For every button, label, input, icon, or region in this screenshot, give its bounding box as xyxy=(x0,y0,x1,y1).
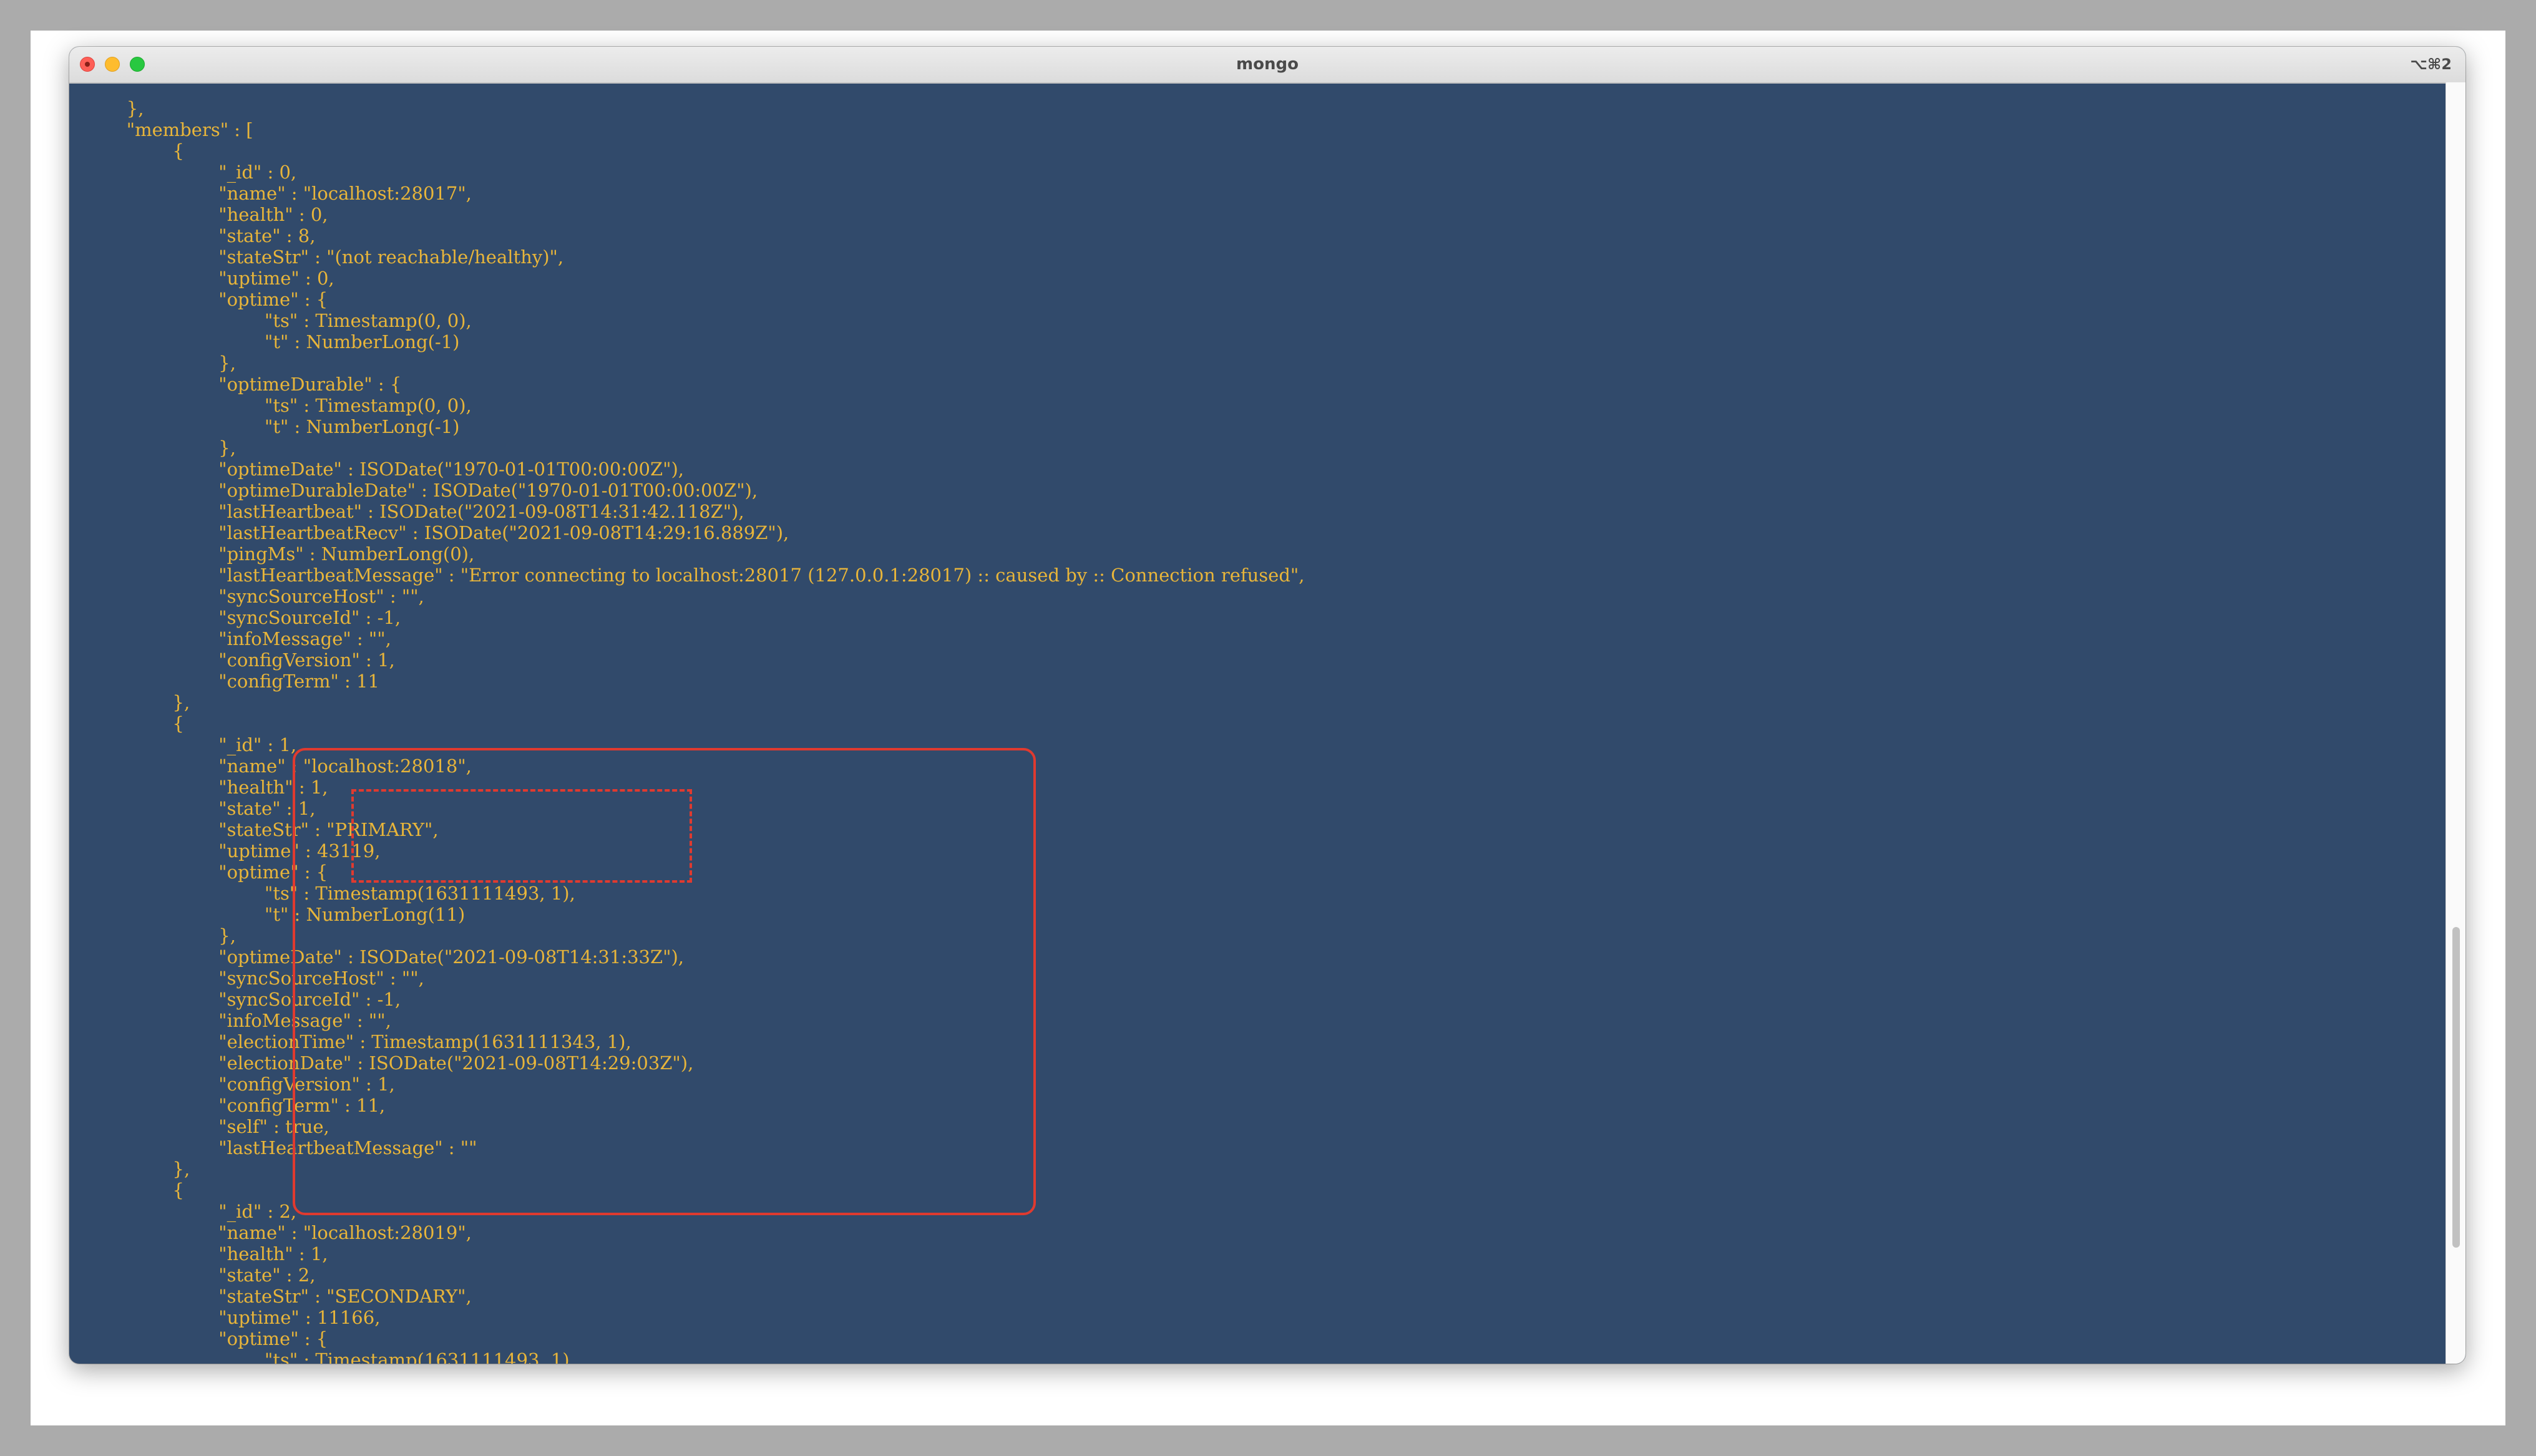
vertical-scrollbar[interactable] xyxy=(2446,82,2465,1364)
terminal-output-text[interactable]: }, "members" : [ { "_id" : 0, "name" : "… xyxy=(80,98,1305,1364)
window-title: mongo xyxy=(1236,55,1299,74)
terminal-output-area[interactable]: }, "members" : [ { "_id" : 0, "name" : "… xyxy=(69,82,2446,1364)
scrollbar-thumb[interactable] xyxy=(2452,927,2460,1248)
terminal-window: mongo ⌥⌘2 }, "members" : [ { "_id" : 0, … xyxy=(69,47,2465,1364)
title-bar[interactable]: mongo ⌥⌘2 xyxy=(69,47,2465,84)
window-shortcut-label: ⌥⌘2 xyxy=(2410,56,2452,73)
